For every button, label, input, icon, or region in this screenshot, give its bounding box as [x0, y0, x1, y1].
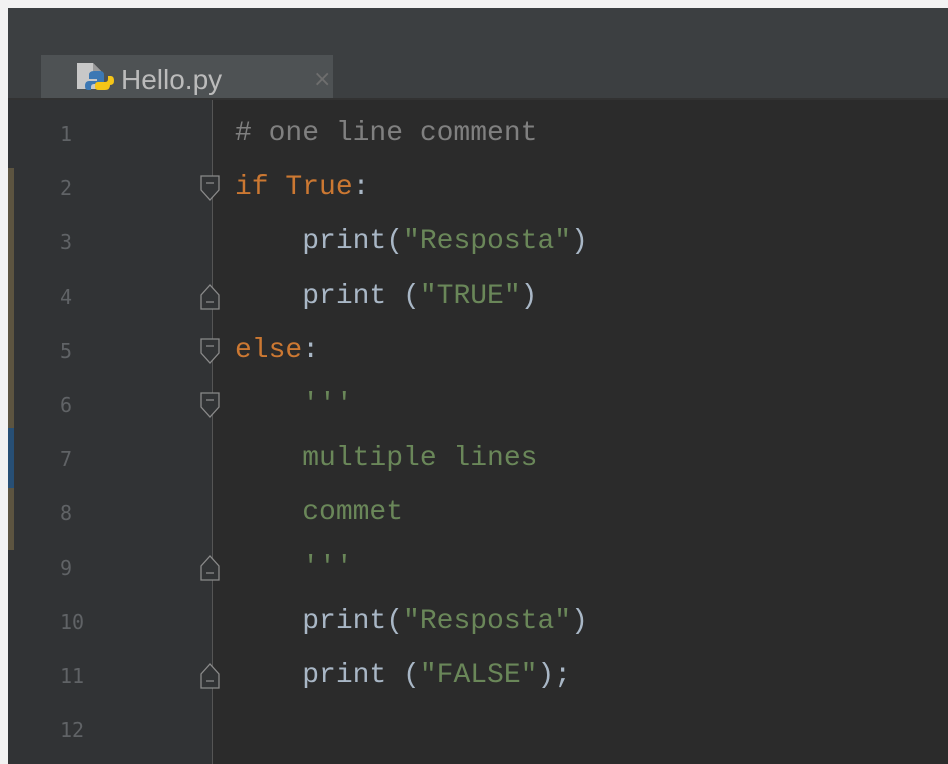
fold-open-icon[interactable] — [199, 175, 221, 202]
line-number: 3 — [60, 230, 73, 255]
code-token: ) — [520, 280, 538, 312]
close-icon[interactable]: × — [313, 61, 331, 99]
line-number: 11 — [60, 664, 85, 688]
line-number: 1 — [60, 122, 73, 146]
code-token: ''' — [235, 389, 353, 420]
code-line[interactable]: print ("TRUE") — [235, 270, 537, 324]
code-token: True — [285, 172, 353, 204]
scroll-marker — [8, 168, 14, 428]
fold-open-icon[interactable] — [199, 338, 221, 364]
code-line[interactable]: print ("FALSE"); — [235, 649, 571, 703]
code-token: ) — [571, 605, 588, 637]
code-token: "TRUE" — [419, 280, 521, 312]
code-token: print ( — [235, 280, 420, 312]
line-number: 2 — [60, 176, 73, 201]
code-token: : — [352, 172, 370, 204]
scroll-marker — [8, 428, 14, 488]
window-top-border — [0, 0, 948, 8]
code-token: print ( — [235, 660, 420, 691]
line-number: 10 — [60, 609, 85, 634]
line-number-gutter — [8, 100, 213, 764]
code-line[interactable]: multiple lines — [235, 432, 537, 486]
code-line[interactable]: # one line comment — [235, 107, 537, 161]
code-token: multiple lines — [235, 443, 538, 475]
code-token: else — [235, 334, 303, 366]
line-number: 12 — [60, 718, 85, 743]
editor-tab-bar: Hello.py × — [8, 8, 948, 106]
code-token: print( — [235, 605, 404, 637]
code-token: : — [302, 334, 320, 366]
code-token: "FALSE" — [419, 660, 538, 691]
code-line[interactable]: ''' — [235, 378, 353, 432]
window-left-border — [0, 0, 8, 764]
line-number: 5 — [60, 338, 73, 363]
code-token: if — [235, 172, 269, 204]
python-file-icon — [77, 63, 114, 90]
line-number: 9 — [60, 555, 73, 580]
line-number: 6 — [60, 393, 73, 417]
code-line[interactable]: commet — [235, 486, 403, 540]
code-token: commet — [235, 497, 404, 529]
code-line[interactable]: else: — [235, 324, 319, 378]
fold-close-icon[interactable] — [199, 554, 221, 581]
code-token: "Resposta" — [403, 226, 572, 258]
code-token: ''' — [235, 551, 353, 583]
code-line[interactable]: print("Resposta") — [235, 215, 588, 269]
code-token: ); — [537, 660, 572, 691]
line-number: 7 — [60, 447, 73, 472]
tab-label: Hello.py — [121, 64, 223, 95]
code-line[interactable]: ''' — [235, 541, 353, 595]
code-line[interactable]: if True: — [235, 161, 369, 215]
code-token: # one line comment — [235, 118, 538, 149]
code-token: "Resposta" — [403, 605, 572, 637]
scroll-marker — [8, 488, 14, 550]
fold-close-icon[interactable] — [199, 663, 221, 689]
fold-open-icon[interactable] — [199, 392, 221, 418]
code-token: ) — [571, 226, 588, 258]
fold-close-icon[interactable] — [199, 283, 221, 310]
line-number: 4 — [60, 284, 73, 309]
code-line[interactable]: print("Resposta") — [235, 595, 588, 649]
line-number: 8 — [60, 501, 73, 526]
code-token: print( — [235, 226, 404, 258]
